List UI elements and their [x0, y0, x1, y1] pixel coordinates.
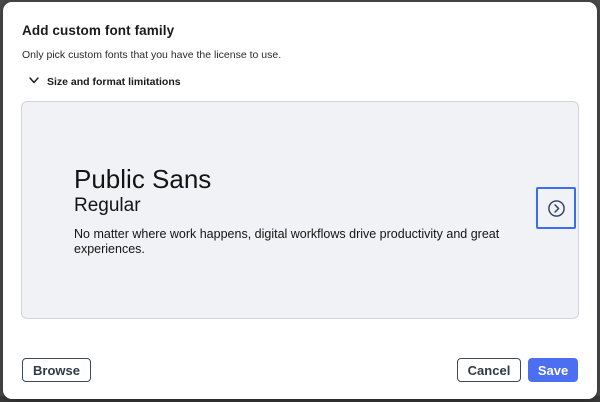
browse-button[interactable]: Browse — [22, 358, 91, 382]
next-font-button[interactable] — [536, 187, 576, 229]
size-format-limitations-toggle[interactable]: Size and format limitations — [28, 73, 181, 91]
dialog-title: Add custom font family — [22, 23, 175, 38]
save-button[interactable]: Save — [528, 358, 578, 382]
add-custom-font-dialog: Add custom font family Only pick custom … — [3, 2, 597, 399]
font-style-name: Regular — [74, 195, 141, 216]
font-preview-panel: Public Sans Regular No matter where work… — [21, 101, 579, 319]
font-family-name: Public Sans — [74, 164, 212, 194]
disclosure-label: Size and format limitations — [47, 76, 181, 88]
chevron-right-circle-icon — [547, 199, 566, 218]
chevron-down-icon — [28, 73, 47, 91]
font-sample-text: No matter where work happens, digital wo… — [74, 227, 500, 256]
cancel-button[interactable]: Cancel — [457, 358, 521, 382]
dialog-subtitle: Only pick custom fonts that you have the… — [22, 49, 282, 61]
